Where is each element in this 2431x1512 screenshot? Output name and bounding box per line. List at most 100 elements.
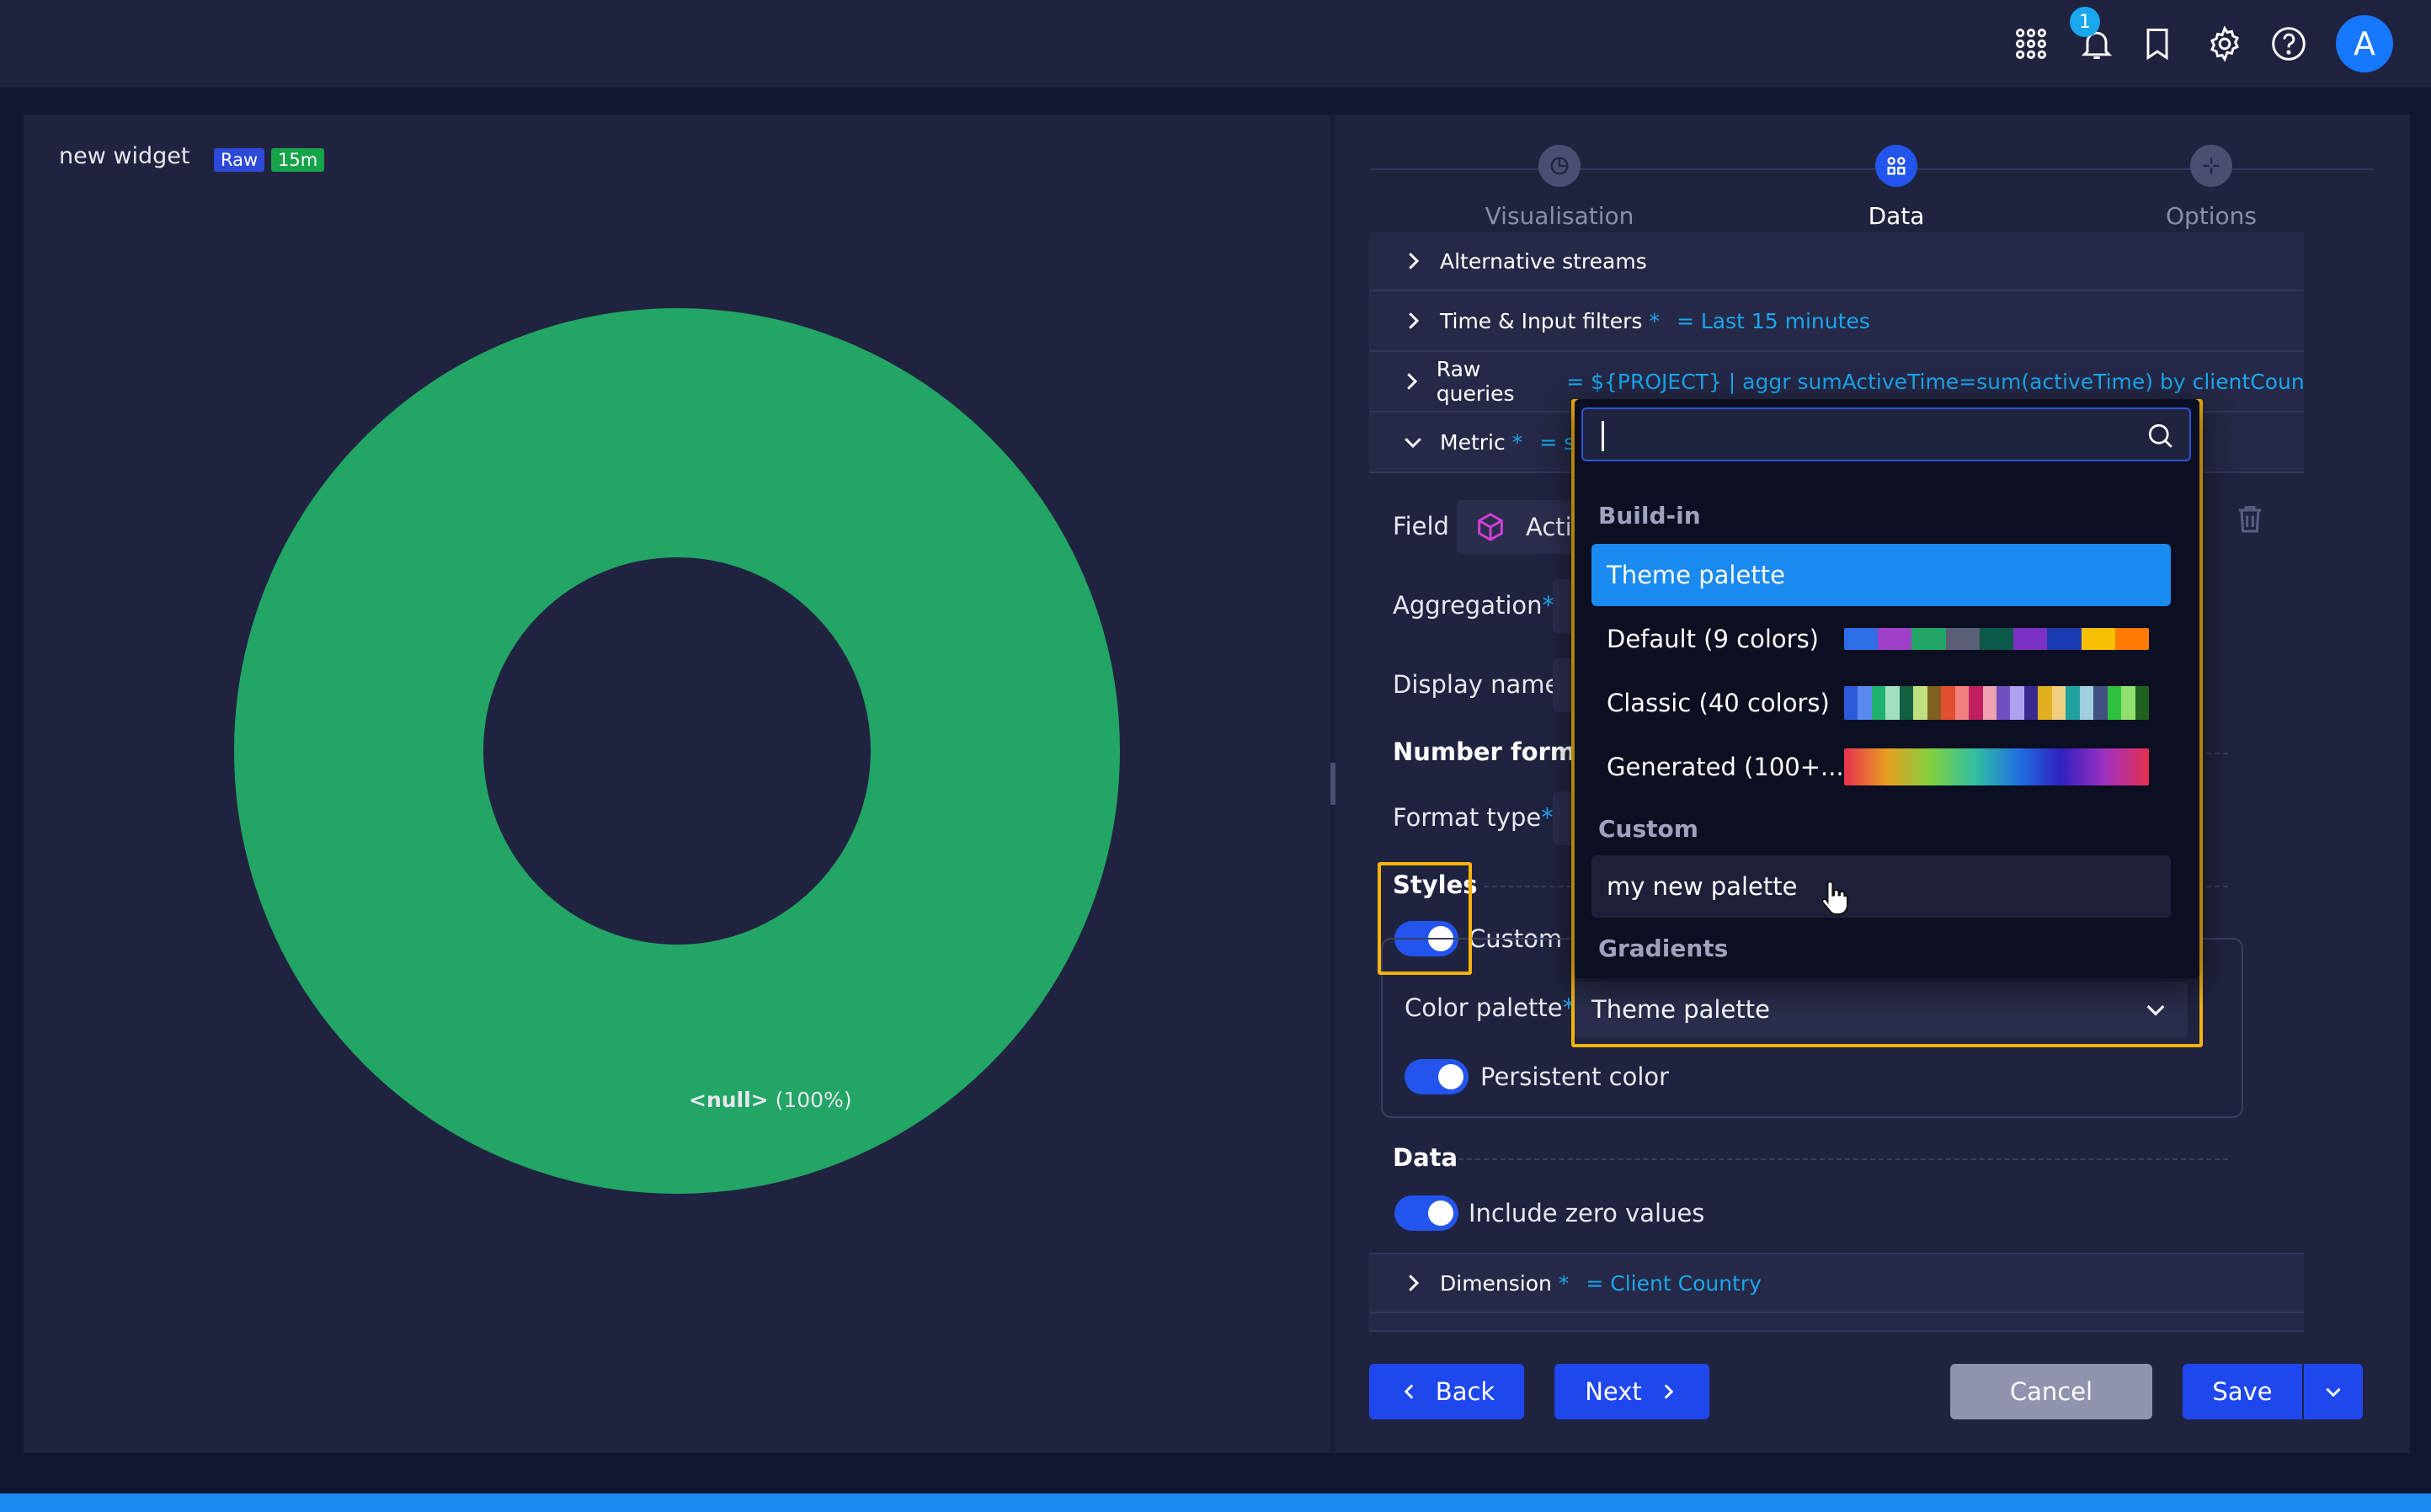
generated-palette-swatch [1844,748,2149,785]
section-label: Metric [1440,429,1506,455]
palette-option-generated[interactable]: Generated (100+... [1591,736,2171,798]
bookmark-icon[interactable] [2135,22,2179,66]
required-star: * [1558,1270,1570,1296]
swatch-color [1899,686,1914,720]
color-palette-label: Color palette* [1405,993,1575,1022]
next-button[interactable]: Next [1554,1364,1709,1419]
text-caret [1602,421,1604,451]
chevron-down-icon [1394,423,1431,461]
palette-option-label: Theme palette [1607,561,1785,589]
required-star: * [1511,429,1523,455]
palette-option-theme[interactable]: Theme palette [1591,544,2171,606]
cancel-button[interactable]: Cancel [1950,1364,2152,1419]
aggregation-label: Aggregation* [1393,591,1555,620]
styles-highlight [1378,862,1472,975]
section-summary: = Last 15 minutes [1676,308,1870,333]
pie-icon [1538,145,1581,187]
swatch-color [1945,628,1980,650]
palette-option-classic[interactable]: Classic (40 colors) [1591,672,2171,734]
swatch-color [2038,686,2052,720]
back-button[interactable]: Back [1369,1364,1524,1419]
save-button[interactable]: Save [2183,1364,2302,1419]
section-label: Raw queries [1436,357,1515,406]
section-label: Alternative streams [1440,248,1647,274]
swatch-color [2047,628,2082,650]
swatch-color [1844,628,1879,650]
chevron-right-icon [1394,302,1431,339]
save-options-button[interactable] [2304,1364,2363,1419]
user-avatar[interactable]: A [2336,15,2393,72]
swatch-color [1996,686,2011,720]
persistent-color-toggle[interactable] [1405,1059,1469,1094]
palette-option-my-new-palette[interactable]: my new palette [1591,855,2171,918]
swatch-color [1982,686,1997,720]
donut-slice[interactable] [234,308,1120,1194]
bottom-accent-bar [0,1493,2431,1512]
palette-dropdown: Build-in Theme palette Default (9 colors… [1575,399,2199,978]
swatch-color [2121,686,2135,720]
swatch-color [1927,686,1942,720]
swatch-color [2010,686,2024,720]
section-alternative-streams[interactable]: Alternative streams [1369,232,2304,291]
palette-option-default[interactable]: Default (9 colors) [1591,608,2171,670]
divider [2206,886,2228,887]
section-dimension[interactable]: Dimension * = Client Country [1369,1253,2304,1313]
section-label: Time & Input filters [1440,308,1643,333]
apps-grid-icon[interactable] [2009,22,2053,66]
swatch-color [2066,686,2080,720]
swatch-color [2079,686,2094,720]
trash-icon[interactable] [2233,502,2267,535]
divider [1484,886,1571,887]
swatch-color [1844,686,1858,720]
section-time-filters[interactable]: Time & Input filters * = Last 15 minutes [1369,291,2304,352]
swatch-color [1878,628,1912,650]
group-custom: Custom [1598,815,1698,843]
time-range-tag: 15m [271,148,325,172]
classic-palette-swatch [1844,686,2149,720]
slice-label-name: <null> [689,1088,769,1112]
data-icon [1875,145,1917,187]
widget-preview-panel: new widget Raw 15m [24,114,1330,1453]
palette-option-label: my new palette [1607,872,1798,901]
step-visualisation[interactable]: Visualisation [1433,145,1686,230]
palette-search-input[interactable] [1581,407,2191,461]
palette-option-label: Generated (100+... [1607,753,1844,781]
section-summary: = ${PROJECT} | aggr sumActiveTime=sum(ac… [1566,369,2304,394]
chevron-left-icon [1404,1384,1414,1399]
section-next-partial [1369,1313,2304,1332]
sparkle-icon [2190,145,2232,187]
group-buildin: Build-in [1598,502,1701,530]
format-type-label: Format type* [1393,803,1554,832]
help-icon[interactable] [2267,22,2311,66]
swatch-color [1858,686,1872,720]
step-label: Data [1868,202,1925,230]
step-options[interactable]: Options [2085,145,2338,230]
swatch-color [1885,686,1900,720]
default-palette-swatch [1844,628,2149,650]
step-data[interactable]: Data [1770,145,2023,230]
palette-option-label: Default (9 colors) [1607,625,1819,653]
top-bar: 1 A [0,0,2431,88]
search-icon [2148,423,2172,448]
swatch-color [2023,686,2039,720]
swatch-color [1871,686,1886,720]
section-summary: = s [1539,429,1575,455]
chevron-right-icon [1664,1384,1674,1399]
persistent-color-label: Persistent color [1480,1062,1670,1091]
swatch-color [2093,686,2108,720]
swatch-color [2114,628,2149,650]
swatch-color [1913,686,1927,720]
include-zero-label: Include zero values [1469,1199,1705,1227]
display-name-label: Display name* [1393,670,1572,699]
slice-label: <null> (100%) [689,1088,852,1112]
step-label: Options [2165,202,2258,230]
swatch-color [2107,686,2122,720]
swatch-color [1941,686,1955,720]
required-star: * [1649,308,1660,333]
include-zero-toggle[interactable] [1394,1195,1458,1231]
data-heading: Data [1393,1143,1458,1172]
field-value: Acti [1526,513,1572,541]
field-label: Field [1393,512,1449,540]
gear-icon[interactable] [2203,22,2247,66]
swatch-color [1911,628,1946,650]
